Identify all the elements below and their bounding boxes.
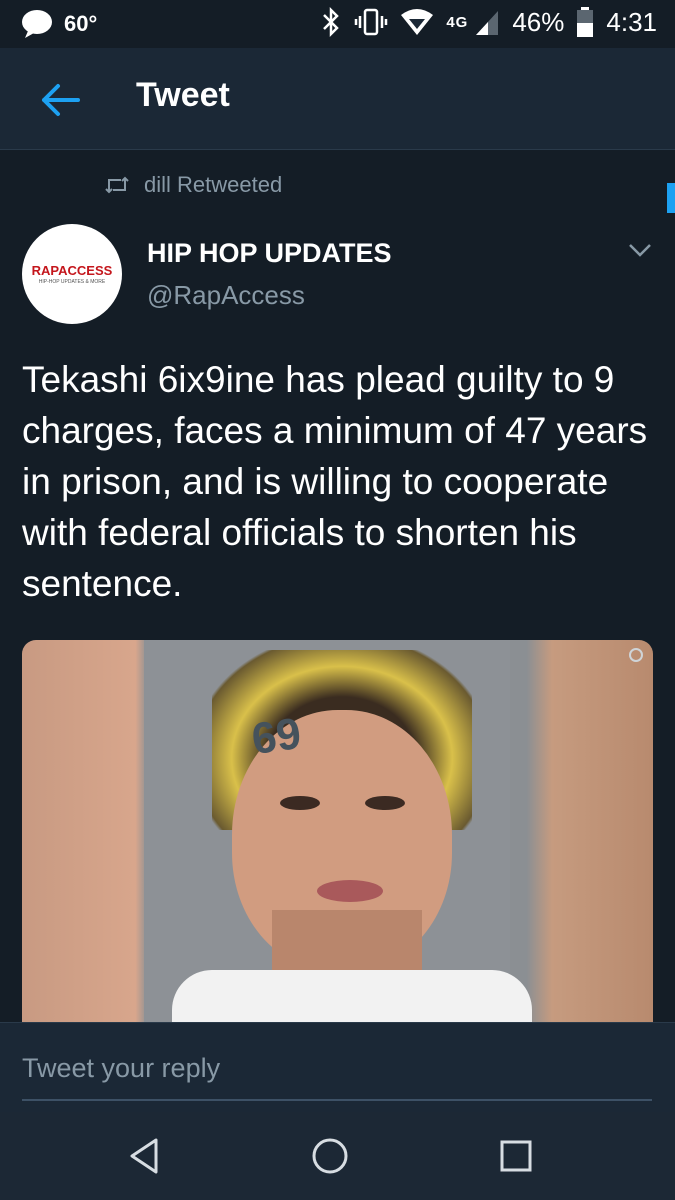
media-right-eye bbox=[365, 796, 405, 810]
temperature-text: 60° bbox=[64, 11, 98, 36]
avatar-logo: RAPACCESS bbox=[31, 263, 113, 278]
back-arrow-icon[interactable] bbox=[36, 76, 84, 124]
nav-home-icon bbox=[312, 1138, 348, 1174]
message-bubble-icon bbox=[22, 10, 52, 38]
nav-recents-button[interactable] bbox=[490, 1130, 542, 1182]
battery-percent-text: 46% bbox=[512, 6, 565, 37]
reply-bar: Tweet your reply bbox=[0, 1022, 675, 1112]
vibrate-icon bbox=[355, 8, 388, 36]
nav-recents-icon bbox=[500, 1140, 532, 1172]
media-badge bbox=[629, 648, 643, 662]
clock-text: 4:31 bbox=[606, 6, 657, 37]
status-bar: 60° 4G 46% 4:31 bbox=[0, 0, 675, 48]
author-name[interactable]: HIP HOP UPDATES bbox=[147, 238, 392, 269]
nav-home-button[interactable] bbox=[304, 1130, 356, 1182]
app-bar: Tweet bbox=[0, 48, 675, 150]
retweet-label[interactable]: dill Retweeted bbox=[144, 172, 282, 198]
nav-back-icon bbox=[130, 1138, 158, 1174]
tweet-text: Tekashi 6ix9ine has plead guilty to 9 ch… bbox=[22, 359, 648, 604]
retweet-context: dill Retweeted bbox=[104, 172, 282, 198]
media-mouth bbox=[317, 880, 383, 902]
chevron-down-icon[interactable] bbox=[627, 240, 653, 260]
tweet-media-image[interactable]: 69 bbox=[22, 640, 653, 1024]
avatar-logo-sub: HIP-HOP UPDATES & MORE bbox=[38, 279, 106, 285]
retweet-icon bbox=[105, 176, 129, 194]
signal-icon bbox=[476, 11, 499, 35]
battery-icon bbox=[577, 7, 594, 37]
wifi-icon bbox=[401, 9, 434, 35]
network-type-text: 4G bbox=[446, 13, 469, 31]
media-forehead-tattoo: 69 bbox=[248, 708, 305, 765]
status-bar-left: 60° bbox=[20, 9, 97, 39]
system-nav-bar bbox=[0, 1112, 675, 1200]
avatar[interactable]: RAPACCESS HIP-HOP UPDATES & MORE bbox=[22, 224, 122, 324]
media-shirt bbox=[172, 970, 532, 1024]
media-left-eye bbox=[280, 796, 320, 810]
nav-back-button[interactable] bbox=[118, 1130, 170, 1182]
reply-input[interactable]: Tweet your reply bbox=[22, 1041, 652, 1101]
page-title: Tweet bbox=[136, 76, 230, 114]
scroll-indicator bbox=[667, 183, 675, 213]
author-handle[interactable]: @RapAccess bbox=[147, 280, 305, 311]
status-bar-right: 4G 46% 4:31 bbox=[320, 6, 657, 38]
bluetooth-icon bbox=[323, 6, 340, 38]
